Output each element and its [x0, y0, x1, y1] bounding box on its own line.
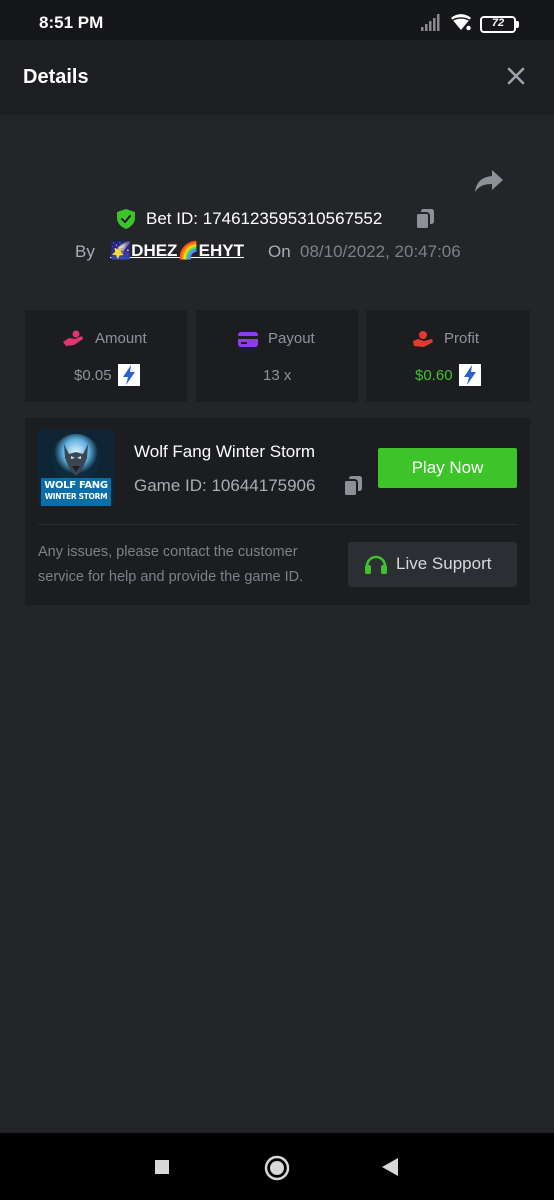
- amount-label: Amount: [95, 330, 147, 347]
- money-hand-icon: [63, 330, 83, 346]
- wifi-icon: [450, 14, 472, 31]
- on-label: On: [268, 242, 291, 261]
- shield-check-icon: [117, 209, 135, 229]
- copy-icon[interactable]: [415, 208, 435, 230]
- game-id: Game ID: 10644175906: [134, 476, 316, 495]
- live-support-label: Live Support: [396, 554, 492, 573]
- play-now-button[interactable]: Play Now: [378, 448, 517, 488]
- details-header: Details: [0, 40, 554, 115]
- thumb-title-line2: WINTER STORM: [44, 492, 108, 501]
- close-icon[interactable]: [502, 62, 530, 90]
- amount-card: Amount $0.05: [25, 310, 187, 402]
- headphones-icon: [365, 555, 387, 574]
- game-thumbnail[interactable]: WOLF FANG WINTER STORM: [38, 430, 114, 506]
- battery-level: 72: [491, 17, 505, 29]
- status-time: 8:51 PM: [39, 13, 104, 32]
- bet-id: Bet ID: 1746123595310567552: [146, 209, 382, 229]
- divider: [38, 524, 518, 525]
- live-support-button[interactable]: Live Support: [348, 542, 517, 587]
- bet-date: 08/10/2022, 20:47:06: [300, 242, 461, 261]
- back-icon[interactable]: [381, 1157, 399, 1177]
- game-card: WOLF FANG WINTER STORM Wolf Fang Winter …: [25, 418, 530, 605]
- username-link[interactable]: 🌠DHEZ🌈EHYT: [110, 241, 244, 261]
- profit-value: $0.60: [415, 367, 453, 384]
- bet-id-value: 1746123595310567552: [202, 209, 383, 228]
- currency-bolt-icon: [459, 364, 481, 386]
- amount-value: $0.05: [74, 367, 112, 384]
- payout-card: Payout 13 x: [196, 310, 358, 402]
- bet-author-row: By 🌠DHEZ🌈EHYT On 08/10/2022, 20:47:06: [0, 240, 554, 264]
- battery-icon: 72: [480, 16, 519, 33]
- game-name: Wolf Fang Winter Storm: [134, 442, 316, 461]
- bet-id-row: Bet ID: 1746123595310567552: [0, 206, 554, 232]
- profit-card: Profit $0.60: [366, 310, 530, 402]
- help-text: Any issues, please contact the customer …: [38, 544, 304, 585]
- currency-bolt-icon: [118, 364, 140, 386]
- by-label: By: [75, 242, 95, 261]
- bet-id-label: Bet ID:: [146, 209, 198, 228]
- signal-icon: [421, 14, 440, 31]
- payout-label: Payout: [268, 330, 315, 347]
- copy-icon[interactable]: [343, 475, 363, 497]
- share-icon[interactable]: [474, 168, 504, 194]
- profit-label: Profit: [444, 330, 480, 347]
- details-screen: 8:51 PM 72 Details Bet ID: 1746123595310…: [0, 0, 554, 1200]
- profit-hand-icon: [413, 331, 433, 347]
- card-icon: [238, 332, 258, 347]
- thumb-title-line1: WOLF FANG: [44, 480, 108, 491]
- home-icon[interactable]: [264, 1155, 290, 1181]
- status-bar: 8:51 PM 72: [0, 0, 554, 40]
- page-title: Details: [23, 66, 89, 88]
- system-nav-bar: [0, 1133, 554, 1200]
- recents-icon[interactable]: [155, 1160, 169, 1174]
- payout-value: 13 x: [263, 367, 292, 384]
